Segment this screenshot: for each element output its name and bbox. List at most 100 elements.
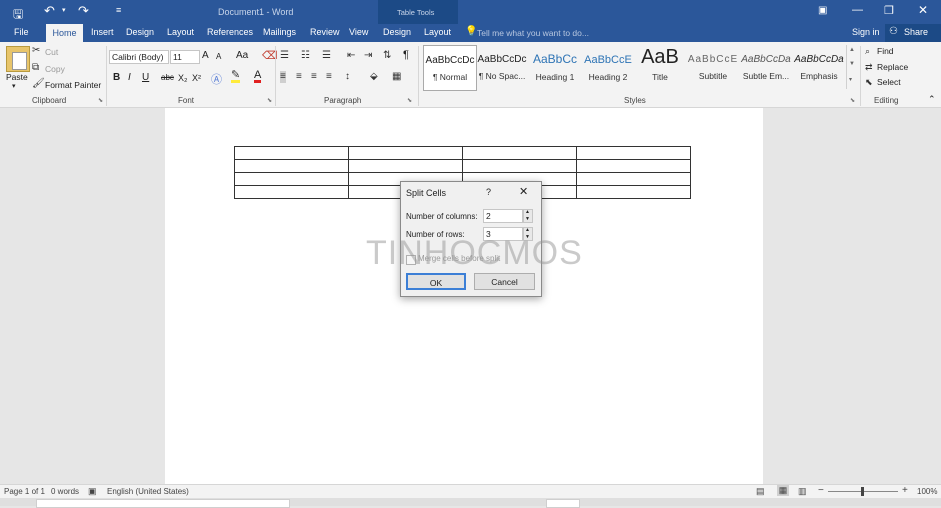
columns-field[interactable]: 2 <box>483 209 523 223</box>
strikethrough-button[interactable]: abc <box>161 73 174 82</box>
word-count[interactable]: 0 words <box>51 487 79 496</box>
share-button[interactable]: ⚇ Share <box>885 24 941 42</box>
more-styles-icon[interactable]: ▾ <box>849 76 852 83</box>
style-emphasis[interactable]: AaBbCcDa Emphasis <box>793 45 845 89</box>
paste-dropdown-icon[interactable]: ▾ <box>12 82 16 90</box>
table-cell[interactable] <box>348 159 463 173</box>
tab-references[interactable]: References <box>207 27 253 37</box>
save-icon[interactable]: 🖫 <box>13 5 23 26</box>
increase-indent-icon[interactable]: ⇥ <box>364 50 372 62</box>
grow-font-button[interactable]: A <box>202 50 209 61</box>
read-mode-icon[interactable]: ▤ <box>756 486 765 497</box>
restore-icon[interactable]: ❐ <box>884 4 894 17</box>
replace-button[interactable]: Replace <box>877 62 908 72</box>
style-no-spacing[interactable]: AaBbCcDc ¶ No Spac... <box>476 45 528 89</box>
tab-design[interactable]: Design <box>126 27 154 37</box>
ok-button[interactable]: OK <box>406 273 466 290</box>
chevron-up-icon[interactable]: ▲ <box>849 47 855 53</box>
zoom-out-icon[interactable]: − <box>818 485 824 496</box>
font-launcher-icon[interactable]: ⬊ <box>267 97 272 104</box>
proofing-icon[interactable]: ▣ <box>88 486 97 497</box>
decrease-indent-icon[interactable]: ⇤ <box>347 50 355 62</box>
sign-in-link[interactable]: Sign in <box>852 27 880 37</box>
tab-home[interactable]: Home <box>46 24 83 42</box>
style-subtle-emphasis[interactable]: AaBbCcDa Subtle Em... <box>740 45 792 89</box>
undo-icon[interactable]: ↶ <box>44 3 55 19</box>
borders-icon[interactable]: ▦ <box>392 71 401 83</box>
show-marks-button[interactable]: ¶ <box>403 49 409 61</box>
tab-insert[interactable]: Insert <box>91 27 114 37</box>
cut-button[interactable]: Cut <box>45 47 58 57</box>
close-icon[interactable]: ✕ <box>519 185 528 198</box>
font-size-field[interactable]: 11 <box>170 50 200 64</box>
chevron-up-icon[interactable]: ▲ <box>525 209 530 215</box>
font-color-button[interactable]: A <box>254 70 262 83</box>
sort-icon[interactable]: ⇅ <box>383 50 391 62</box>
tab-view[interactable]: View <box>349 27 368 37</box>
align-left-icon[interactable]: ≡ <box>280 71 286 83</box>
taskbar-item[interactable] <box>36 499 290 508</box>
format-painter-button[interactable]: Format Painter <box>45 80 101 90</box>
customize-toolbar-icon[interactable]: ≡ <box>116 5 121 15</box>
font-name-field[interactable]: Calibri (Body) <box>109 50 169 64</box>
find-button[interactable]: Find <box>877 46 894 56</box>
table-cell[interactable] <box>576 146 691 160</box>
clipboard-launcher-icon[interactable]: ⬊ <box>98 97 103 104</box>
align-center-icon[interactable]: ≡ <box>296 71 302 83</box>
select-button[interactable]: Select <box>877 77 901 87</box>
style-title[interactable]: AaB Title <box>634 45 686 89</box>
zoom-in-icon[interactable]: + <box>902 485 908 496</box>
redo-icon[interactable]: ↷ <box>78 3 89 19</box>
chevron-down-icon[interactable]: ▼ <box>849 61 855 67</box>
cancel-button[interactable]: Cancel <box>474 273 535 290</box>
language[interactable]: English (United States) <box>107 487 189 496</box>
table-cell[interactable] <box>234 185 349 199</box>
columns-spinner[interactable]: ▲ ▼ <box>523 209 533 223</box>
numbering-icon[interactable]: ☷ <box>301 50 310 62</box>
table-cell[interactable] <box>576 159 691 173</box>
table-cell[interactable] <box>576 172 691 186</box>
table-cell[interactable] <box>462 146 577 160</box>
style-subtitle[interactable]: AaBbCcE Subtitle <box>687 45 739 89</box>
chevron-up-icon[interactable]: ▲ <box>525 227 530 233</box>
print-layout-icon[interactable]: ▦ <box>777 485 789 496</box>
copy-button[interactable]: Copy <box>45 64 65 74</box>
bullets-icon[interactable]: ☰ <box>280 50 289 62</box>
tab-table-layout[interactable]: Layout <box>424 27 451 37</box>
italic-button[interactable]: I <box>128 72 131 83</box>
web-layout-icon[interactable]: ▥ <box>798 486 807 497</box>
table-cell[interactable] <box>234 159 349 173</box>
style-heading-2[interactable]: AaBbCcE Heading 2 <box>582 45 634 89</box>
zoom-slider-thumb[interactable] <box>861 487 864 496</box>
line-spacing-icon[interactable]: ↕ <box>345 71 350 83</box>
style-heading-1[interactable]: AaBbCc Heading 1 <box>529 45 581 89</box>
shading-icon[interactable]: ⬙ <box>370 71 378 83</box>
change-case-button[interactable]: Aa <box>236 50 248 61</box>
shrink-font-button[interactable]: A <box>216 52 221 61</box>
tab-table-design[interactable]: Design <box>383 27 411 37</box>
multilevel-list-icon[interactable]: ☰ <box>322 50 331 62</box>
close-icon[interactable]: ✕ <box>918 3 928 17</box>
paste-icon[interactable] <box>6 46 30 72</box>
tell-me-search[interactable]: Tell me what you want to do... <box>477 28 589 38</box>
justify-icon[interactable]: ≡ <box>326 71 332 83</box>
table-cell[interactable] <box>576 185 691 199</box>
table-cell[interactable] <box>234 146 349 160</box>
page-count[interactable]: Page 1 of 1 <box>4 487 45 496</box>
tab-layout[interactable]: Layout <box>167 27 194 37</box>
dialog-help-button[interactable]: ? <box>486 187 491 197</box>
underline-button[interactable]: U <box>142 72 149 83</box>
highlight-icon[interactable]: ✎ <box>231 70 241 83</box>
styles-scroll[interactable]: ▲ ▼ ▾ <box>846 45 857 89</box>
table-cell[interactable] <box>348 146 463 160</box>
superscript-button[interactable]: X² <box>192 73 201 83</box>
tab-review[interactable]: Review <box>310 27 340 37</box>
zoom-level[interactable]: 100% <box>917 487 937 496</box>
subscript-button[interactable]: X₂ <box>178 73 188 83</box>
styles-launcher-icon[interactable]: ⬊ <box>850 97 855 104</box>
tab-mailings[interactable]: Mailings <box>263 27 296 37</box>
paste-button[interactable]: Paste <box>6 72 28 82</box>
style-normal[interactable]: AaBbCcDc ¶ Normal <box>423 45 477 91</box>
collapse-ribbon-icon[interactable]: ⌃ <box>928 94 936 105</box>
minimize-icon[interactable]: — <box>852 4 863 16</box>
